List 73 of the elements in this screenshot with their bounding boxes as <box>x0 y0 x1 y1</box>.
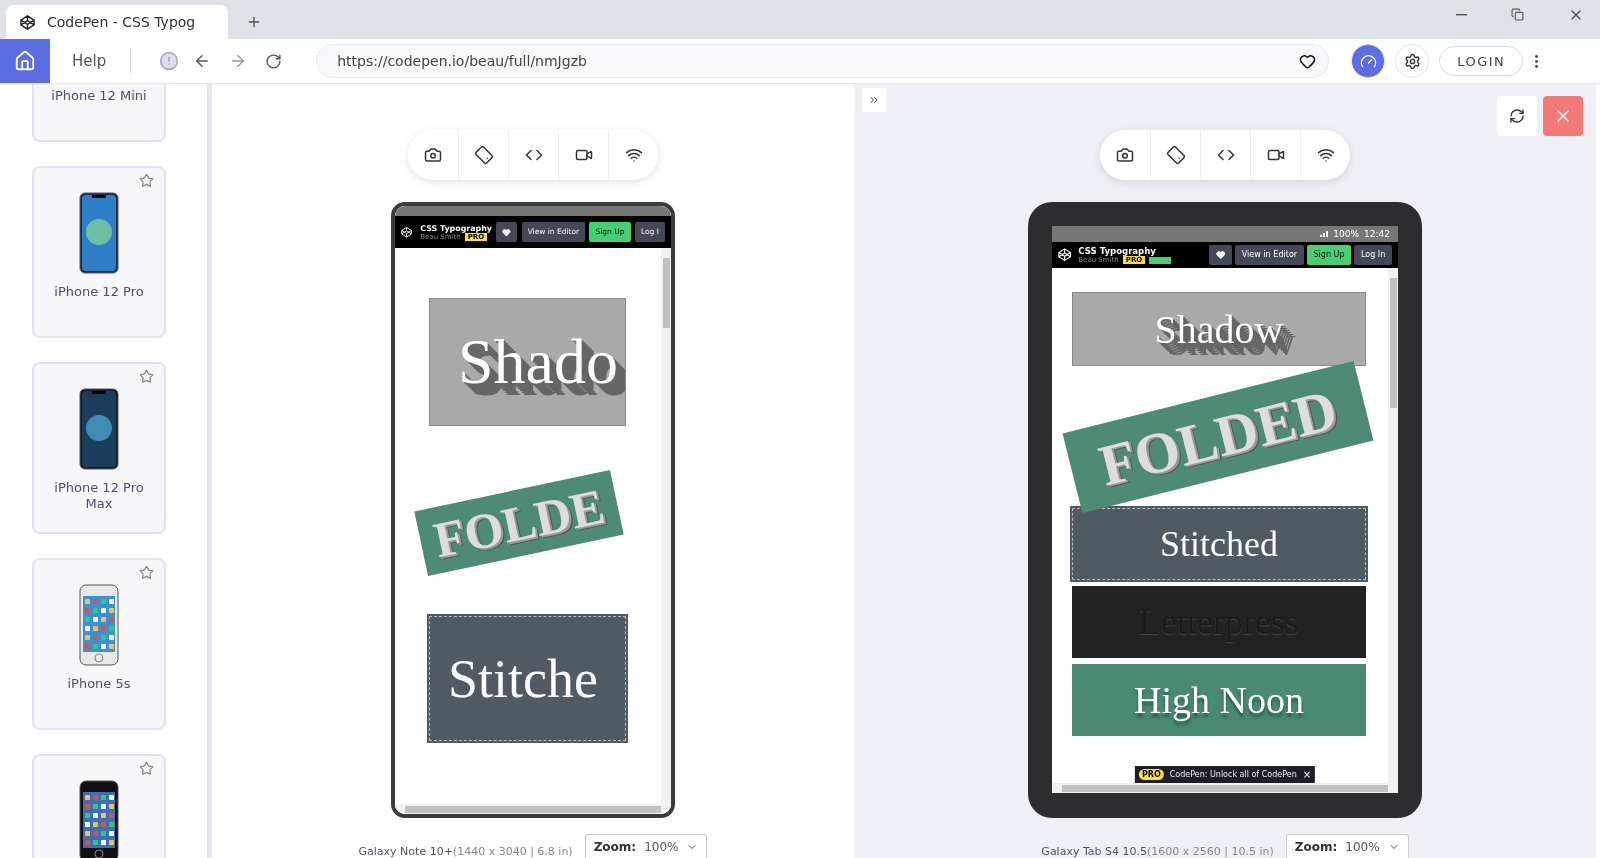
device-label: Galaxy Note 10+(1440 x 3040 | 6.8 in) <box>358 845 573 858</box>
device-name: iPhone 12 Mini <box>50 88 148 104</box>
device-card[interactable]: iPhone 12 Pro Max <box>32 362 166 534</box>
star-icon <box>139 565 154 580</box>
settings-button[interactable] <box>1395 44 1430 78</box>
codepen-logo-icon <box>401 225 413 239</box>
like-button[interactable] <box>1209 244 1233 266</box>
device-card[interactable]: iPhone 12 Pro <box>32 166 166 338</box>
camera-icon <box>424 146 442 164</box>
info-icon <box>159 51 180 71</box>
star-button[interactable] <box>139 565 154 580</box>
more-icon <box>1535 54 1539 68</box>
sample-heading: Shado <box>429 298 626 426</box>
codepen-logo-icon <box>1058 248 1072 262</box>
address-bar[interactable]: https://codepen.io/beau/full/nmJgzb <box>316 44 1330 78</box>
wifi-icon <box>1316 146 1335 164</box>
menu-link[interactable]: Help <box>50 48 132 74</box>
home-button[interactable] <box>0 39 50 83</box>
speed-button[interactable] <box>1351 44 1386 78</box>
battery-level: 100% <box>1333 229 1360 239</box>
browser-tab[interactable]: CodePen - CSS Typog <box>6 5 228 39</box>
codepen-logo-icon <box>20 14 35 30</box>
device-name: iPhone 12 Pro Max <box>53 480 145 512</box>
device-card[interactable]: iPhone 12 Mini <box>32 84 166 142</box>
pro-badge: PRO <box>1138 769 1164 780</box>
gauge-icon <box>1359 52 1377 70</box>
device-name: iPhone 5s <box>66 676 132 692</box>
sample-heading: Stitche <box>429 616 626 741</box>
restore-button[interactable] <box>1511 6 1524 23</box>
device-label: Galaxy Tab S4 10.5(1600 x 2560 | 10.5 in) <box>1041 845 1274 858</box>
new-tab-button[interactable] <box>246 14 262 30</box>
star-button[interactable] <box>139 369 154 384</box>
like-button[interactable] <box>496 222 518 242</box>
settings-icon <box>1403 52 1421 70</box>
follow-badge <box>1149 256 1172 264</box>
restore-icon <box>1511 8 1524 21</box>
sample-heading: Stitched <box>1072 508 1366 580</box>
minimize-icon <box>1456 13 1467 16</box>
status-time: 12:42 <box>1364 229 1390 239</box>
reload-icon <box>265 52 283 70</box>
more-menu-button[interactable] <box>1535 54 1539 68</box>
sample-heading: FOLDE <box>414 469 624 577</box>
heart-icon <box>1215 250 1226 260</box>
wifi-icon <box>624 146 643 164</box>
camera-icon <box>1116 146 1134 164</box>
close-button[interactable]: × <box>1302 769 1312 780</box>
sample-heading: Shadow <box>1072 292 1366 366</box>
home-icon <box>14 50 36 72</box>
star-button[interactable] <box>139 173 154 188</box>
star-icon <box>139 173 154 188</box>
device-name: iPhone 12 Pro <box>53 284 145 300</box>
header-button[interactable]: Log In <box>1354 244 1392 266</box>
zoom-dropdown[interactable]: Zoom: 100% <box>584 834 708 858</box>
refresh-button[interactable] <box>1497 96 1537 136</box>
heart-icon <box>502 227 512 237</box>
star-icon <box>139 369 154 384</box>
banner-text: CodePen: Unlock all of CodePen <box>1169 770 1297 779</box>
plus-icon <box>246 14 262 30</box>
expand-button[interactable] <box>862 88 886 112</box>
pen-title: CSS Typography <box>1078 246 1157 256</box>
login-button[interactable]: LOGIN <box>1439 46 1524 76</box>
header-button[interactable]: Sign Up <box>1306 244 1352 266</box>
header-button[interactable]: View in Editor <box>1235 244 1304 266</box>
sample-heading: FOLDED <box>1062 360 1374 514</box>
zoom-dropdown[interactable]: Zoom: 100% <box>1285 834 1409 858</box>
device-card[interactable]: iPhone 5s <box>32 558 166 730</box>
sample-heading: High Noon <box>1072 664 1366 736</box>
heart-icon <box>1299 52 1317 70</box>
refresh-icon <box>1509 108 1525 124</box>
reload-button[interactable] <box>265 52 283 70</box>
signal-icon <box>1320 231 1329 237</box>
star-icon <box>139 761 154 776</box>
star-button[interactable] <box>139 761 154 776</box>
